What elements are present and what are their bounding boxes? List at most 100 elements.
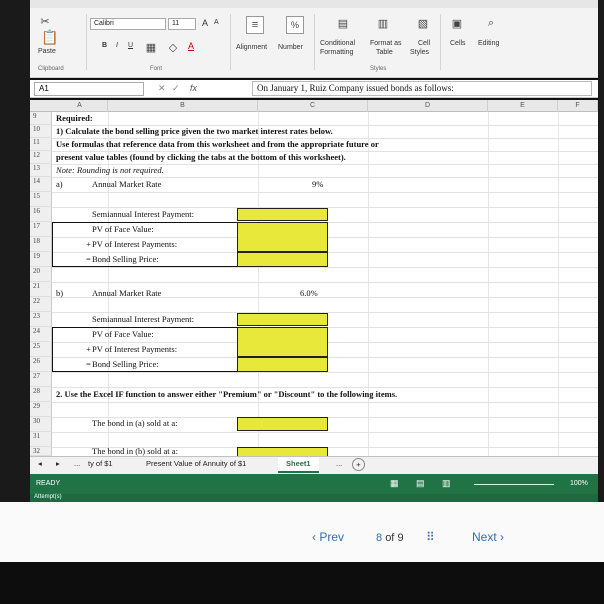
font-color-button[interactable]: A <box>188 41 194 51</box>
row-header[interactable]: 20 <box>30 267 52 282</box>
add-sheet-icon[interactable]: + <box>352 458 365 471</box>
selling-price-b-input[interactable] <box>237 357 328 372</box>
pv-face-b-label: PV of Face Value: <box>92 329 154 339</box>
row-header[interactable]: 15 <box>30 192 52 207</box>
pv-b-input[interactable] <box>237 327 328 357</box>
semiannual-a-input[interactable] <box>237 208 328 221</box>
page-break-icon[interactable]: ▥ <box>442 478 451 489</box>
row-header[interactable]: 31 <box>30 432 52 447</box>
bond-b-answer-input[interactable] <box>237 447 328 456</box>
row-header[interactable]: 11 <box>30 138 52 151</box>
pv-a-input[interactable] <box>237 222 328 252</box>
format-as-table-label[interactable]: Format as <box>370 40 402 47</box>
annual-rate-a-value[interactable]: 9% <box>312 179 323 189</box>
cancel-icon[interactable]: ✕ <box>158 83 166 94</box>
bond-a-answer-input[interactable] <box>237 417 328 431</box>
row-header[interactable]: 25 <box>30 342 52 357</box>
row-header[interactable]: 16 <box>30 207 52 222</box>
tab-future-value[interactable]: ty of $1 <box>88 459 113 468</box>
top-strip <box>30 0 598 8</box>
prev-button[interactable]: ‹ Prev <box>312 530 344 544</box>
alignment-button[interactable]: Alignment <box>236 44 267 51</box>
tab-sheet1[interactable]: Sheet1 <box>278 457 319 473</box>
next-button[interactable]: Next › <box>472 530 504 544</box>
fill-color-icon[interactable]: ◇ <box>164 38 182 56</box>
row-header[interactable]: 17 <box>30 222 52 237</box>
row-header[interactable]: 10 <box>30 125 52 138</box>
enter-icon[interactable]: ✓ <box>172 83 180 94</box>
row-header[interactable]: 23 <box>30 312 52 327</box>
plus-b-sign: + <box>86 344 91 354</box>
conditional-formatting-label[interactable]: Conditional <box>320 40 355 47</box>
shrink-font-button[interactable]: A <box>214 19 219 26</box>
page-navigation: ‹ Prev 8 of 9 ⠿ Next › <box>0 502 604 562</box>
annual-rate-b-value[interactable]: 6.0% <box>300 288 318 298</box>
row-header[interactable]: 27 <box>30 372 52 387</box>
row-header[interactable]: 13 <box>30 164 52 177</box>
formula-input[interactable]: On January 1, Ruiz Company issued bonds … <box>252 81 592 96</box>
cell-styles-icon[interactable]: ▧ <box>414 14 432 32</box>
cell-styles-label[interactable]: Cell <box>418 40 430 47</box>
instruction-line-3: present value tables (found by clicking … <box>56 152 346 162</box>
paste-icon[interactable]: 📋 <box>40 28 60 46</box>
cell-styles-label2[interactable]: Styles <box>410 49 429 56</box>
row-header[interactable]: 28 <box>30 387 52 402</box>
grow-font-button[interactable]: A <box>202 18 208 28</box>
row-header[interactable]: 18 <box>30 237 52 252</box>
semiannual-b-input[interactable] <box>237 313 328 326</box>
italic-button[interactable]: I <box>116 42 118 49</box>
column-header-a[interactable]: A <box>52 100 108 112</box>
column-header-e[interactable]: E <box>488 100 558 112</box>
row-header[interactable]: 19 <box>30 252 52 267</box>
column-header-c[interactable]: C <box>258 100 368 112</box>
normal-view-icon[interactable]: ▦ <box>390 478 399 489</box>
column-header-d[interactable]: D <box>368 100 488 112</box>
row-header[interactable]: 32 <box>30 447 52 456</box>
row-header[interactable]: 29 <box>30 402 52 417</box>
row-header[interactable]: 14 <box>30 177 52 192</box>
separator <box>440 14 441 70</box>
selling-price-a-input[interactable] <box>237 252 328 267</box>
bold-button[interactable]: B <box>102 42 107 49</box>
row-header[interactable]: 30 <box>30 417 52 432</box>
pv-face-a-label: PV of Face Value: <box>92 224 154 234</box>
conditional-formatting-label2[interactable]: Formatting <box>320 49 353 56</box>
editing-button[interactable]: Editing <box>478 40 499 47</box>
tabs-ellipsis-left[interactable]: ... <box>74 459 80 468</box>
row-header[interactable]: 21 <box>30 282 52 297</box>
font-name-select[interactable]: Calibri <box>90 18 166 30</box>
row-header[interactable]: 26 <box>30 357 52 372</box>
conditional-formatting-icon[interactable]: ▤ <box>334 14 352 32</box>
page-layout-icon[interactable]: ▤ <box>416 478 425 489</box>
row-header[interactable]: 12 <box>30 151 52 164</box>
tabs-ellipsis-right[interactable]: ... <box>336 459 342 468</box>
formula-bar: A1 ✕ ✓ fx On January 1, Ruiz Company iss… <box>30 80 598 98</box>
zoom-slider[interactable] <box>474 484 554 485</box>
row-header[interactable]: 9 <box>30 112 52 125</box>
row-header[interactable]: 22 <box>30 297 52 312</box>
underline-button[interactable]: U <box>128 42 133 49</box>
column-header-f[interactable]: F <box>558 100 598 112</box>
paste-label[interactable]: Paste <box>38 48 56 55</box>
number-button[interactable]: Number <box>278 44 303 51</box>
font-size-select[interactable]: 11 <box>168 18 196 30</box>
name-box[interactable]: A1 <box>34 82 144 96</box>
format-as-table-icon[interactable]: ▥ <box>374 14 392 32</box>
fx-icon[interactable]: fx <box>190 83 197 93</box>
sheet-tab-bar: ◂ ▸ ... ty of $1 Present Value of Annuit… <box>30 456 598 474</box>
tab-scroll-left-icon[interactable]: ◂ <box>38 459 42 468</box>
borders-icon[interactable]: ▦ <box>142 38 160 56</box>
alignment-icon[interactable]: ≡ <box>246 16 264 34</box>
cells-icon[interactable]: ▣ <box>448 14 466 32</box>
column-header-b[interactable]: B <box>108 100 258 112</box>
cells-button[interactable]: Cells <box>450 40 466 47</box>
worksheet-grid[interactable]: A B C D E F 9 10 11 12 13 14 15 16 17 18… <box>30 100 598 456</box>
percent-icon[interactable]: % <box>286 16 304 34</box>
binoculars-icon[interactable]: ⌕ <box>482 14 500 32</box>
equals-a-sign: = <box>86 254 91 264</box>
tab-scroll-right-icon[interactable]: ▸ <box>56 459 60 468</box>
tab-pv-annuity[interactable]: Present Value of Annuity of $1 <box>146 459 246 468</box>
format-as-table-label2[interactable]: Table <box>376 49 393 56</box>
row-header[interactable]: 24 <box>30 327 52 342</box>
grid-menu-icon[interactable]: ⠿ <box>426 530 435 544</box>
